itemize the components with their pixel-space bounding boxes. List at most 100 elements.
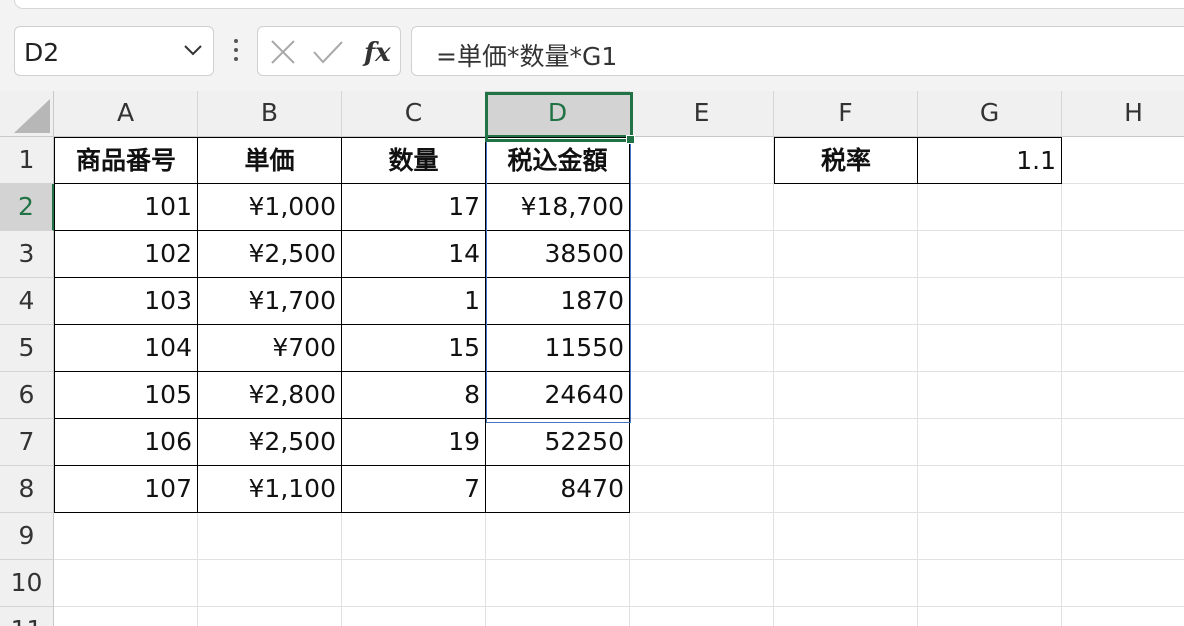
empty-cell[interactable] bbox=[774, 184, 918, 231]
empty-cell[interactable] bbox=[198, 513, 342, 560]
empty-cell[interactable] bbox=[918, 231, 1062, 278]
table-cell[interactable]: ¥2,500 bbox=[198, 419, 342, 466]
table-header-cell[interactable]: 単価 bbox=[198, 137, 342, 184]
empty-cell[interactable] bbox=[630, 513, 774, 560]
empty-cell[interactable] bbox=[630, 184, 774, 231]
table-cell[interactable]: 102 bbox=[54, 231, 198, 278]
table-cell[interactable]: 17 bbox=[342, 184, 486, 231]
empty-cell[interactable] bbox=[342, 513, 486, 560]
chevron-down-icon[interactable] bbox=[183, 43, 203, 57]
more-options-icon[interactable] bbox=[227, 38, 245, 62]
empty-cell[interactable] bbox=[774, 325, 918, 372]
table-cell[interactable]: 1870 bbox=[486, 278, 630, 325]
empty-cell[interactable] bbox=[774, 231, 918, 278]
empty-cell[interactable] bbox=[774, 372, 918, 419]
column-header-e[interactable]: E bbox=[630, 91, 774, 137]
empty-cell[interactable] bbox=[486, 607, 630, 626]
table-cell[interactable]: 1 bbox=[342, 278, 486, 325]
row-header-1[interactable]: 1 bbox=[0, 137, 54, 184]
empty-cell[interactable] bbox=[918, 513, 1062, 560]
table-cell[interactable]: 19 bbox=[342, 419, 486, 466]
cancel-icon[interactable] bbox=[270, 39, 296, 65]
row-header-8[interactable]: 8 bbox=[0, 466, 54, 513]
column-header-f[interactable]: F bbox=[774, 91, 918, 137]
row-header-11[interactable]: 11 bbox=[0, 607, 54, 626]
empty-cell[interactable] bbox=[774, 278, 918, 325]
empty-cell[interactable] bbox=[630, 560, 774, 607]
empty-cell[interactable] bbox=[198, 607, 342, 626]
empty-cell[interactable] bbox=[918, 607, 1062, 626]
row-header-7[interactable]: 7 bbox=[0, 419, 54, 466]
empty-cell[interactable] bbox=[54, 607, 198, 626]
table-cell[interactable]: 106 bbox=[54, 419, 198, 466]
column-header-c[interactable]: C bbox=[342, 91, 486, 137]
table-cell[interactable]: ¥2,500 bbox=[198, 231, 342, 278]
empty-cell[interactable] bbox=[918, 466, 1062, 513]
empty-cell[interactable] bbox=[54, 513, 198, 560]
empty-cell[interactable] bbox=[1062, 372, 1184, 419]
formula-bar[interactable]: =単価*数量*G1 bbox=[411, 26, 1184, 76]
empty-cell[interactable] bbox=[54, 560, 198, 607]
table-cell[interactable]: 11550 bbox=[486, 325, 630, 372]
row-header-10[interactable]: 10 bbox=[0, 560, 54, 607]
empty-cell[interactable] bbox=[630, 325, 774, 372]
empty-cell[interactable] bbox=[1062, 513, 1184, 560]
table-cell[interactable]: 101 bbox=[54, 184, 198, 231]
empty-cell[interactable] bbox=[630, 466, 774, 513]
tax-rate-value-cell[interactable]: 1.1 bbox=[918, 137, 1062, 184]
empty-cell[interactable] bbox=[918, 560, 1062, 607]
row-header-3[interactable]: 3 bbox=[0, 231, 54, 278]
empty-cell[interactable] bbox=[918, 325, 1062, 372]
empty-cell[interactable] bbox=[630, 607, 774, 626]
empty-cell[interactable] bbox=[918, 372, 1062, 419]
empty-cell[interactable] bbox=[1062, 419, 1184, 466]
table-cell[interactable]: 7 bbox=[342, 466, 486, 513]
table-cell[interactable]: 52250 bbox=[486, 419, 630, 466]
table-cell[interactable]: ¥2,800 bbox=[198, 372, 342, 419]
empty-cell[interactable] bbox=[630, 419, 774, 466]
empty-cell[interactable] bbox=[774, 513, 918, 560]
empty-cell[interactable] bbox=[1062, 137, 1184, 184]
empty-cell[interactable] bbox=[918, 419, 1062, 466]
table-cell[interactable]: ¥1,000 bbox=[198, 184, 342, 231]
empty-cell[interactable] bbox=[774, 466, 918, 513]
column-header-h[interactable]: H bbox=[1062, 91, 1184, 137]
column-header-a[interactable]: A bbox=[54, 91, 198, 137]
empty-cell[interactable] bbox=[1062, 184, 1184, 231]
table-cell[interactable]: 15 bbox=[342, 325, 486, 372]
empty-cell[interactable] bbox=[1062, 466, 1184, 513]
empty-cell[interactable] bbox=[774, 419, 918, 466]
table-cell[interactable]: ¥18,700 bbox=[486, 184, 630, 231]
empty-cell[interactable] bbox=[630, 278, 774, 325]
row-header-9[interactable]: 9 bbox=[0, 513, 54, 560]
table-cell[interactable]: 8 bbox=[342, 372, 486, 419]
name-box[interactable]: D2 bbox=[14, 26, 214, 76]
empty-cell[interactable] bbox=[918, 184, 1062, 231]
table-cell[interactable]: ¥1,700 bbox=[198, 278, 342, 325]
table-cell[interactable]: 107 bbox=[54, 466, 198, 513]
empty-cell[interactable] bbox=[1062, 560, 1184, 607]
row-header-4[interactable]: 4 bbox=[0, 278, 54, 325]
table-cell[interactable]: 103 bbox=[54, 278, 198, 325]
row-header-5[interactable]: 5 bbox=[0, 325, 54, 372]
empty-cell[interactable] bbox=[1062, 325, 1184, 372]
table-header-cell[interactable]: 数量 bbox=[342, 137, 486, 184]
table-cell[interactable]: 104 bbox=[54, 325, 198, 372]
table-cell[interactable]: 38500 bbox=[486, 231, 630, 278]
table-cell[interactable]: ¥1,100 bbox=[198, 466, 342, 513]
empty-cell[interactable] bbox=[774, 607, 918, 626]
table-header-cell[interactable]: 商品番号 bbox=[54, 137, 198, 184]
table-header-cell[interactable]: 税込金額 bbox=[486, 137, 630, 184]
table-cell[interactable]: 24640 bbox=[486, 372, 630, 419]
empty-cell[interactable] bbox=[342, 560, 486, 607]
fill-handle[interactable] bbox=[626, 135, 635, 144]
tax-rate-label-cell[interactable]: 税率 bbox=[774, 137, 918, 184]
enter-icon[interactable] bbox=[312, 39, 344, 65]
empty-cell[interactable] bbox=[486, 560, 630, 607]
column-header-g[interactable]: G bbox=[918, 91, 1062, 137]
empty-cell[interactable] bbox=[1062, 278, 1184, 325]
empty-cell[interactable] bbox=[486, 513, 630, 560]
empty-cell[interactable] bbox=[1062, 231, 1184, 278]
row-header-2[interactable]: 2 bbox=[0, 184, 54, 231]
table-cell[interactable]: 14 bbox=[342, 231, 486, 278]
